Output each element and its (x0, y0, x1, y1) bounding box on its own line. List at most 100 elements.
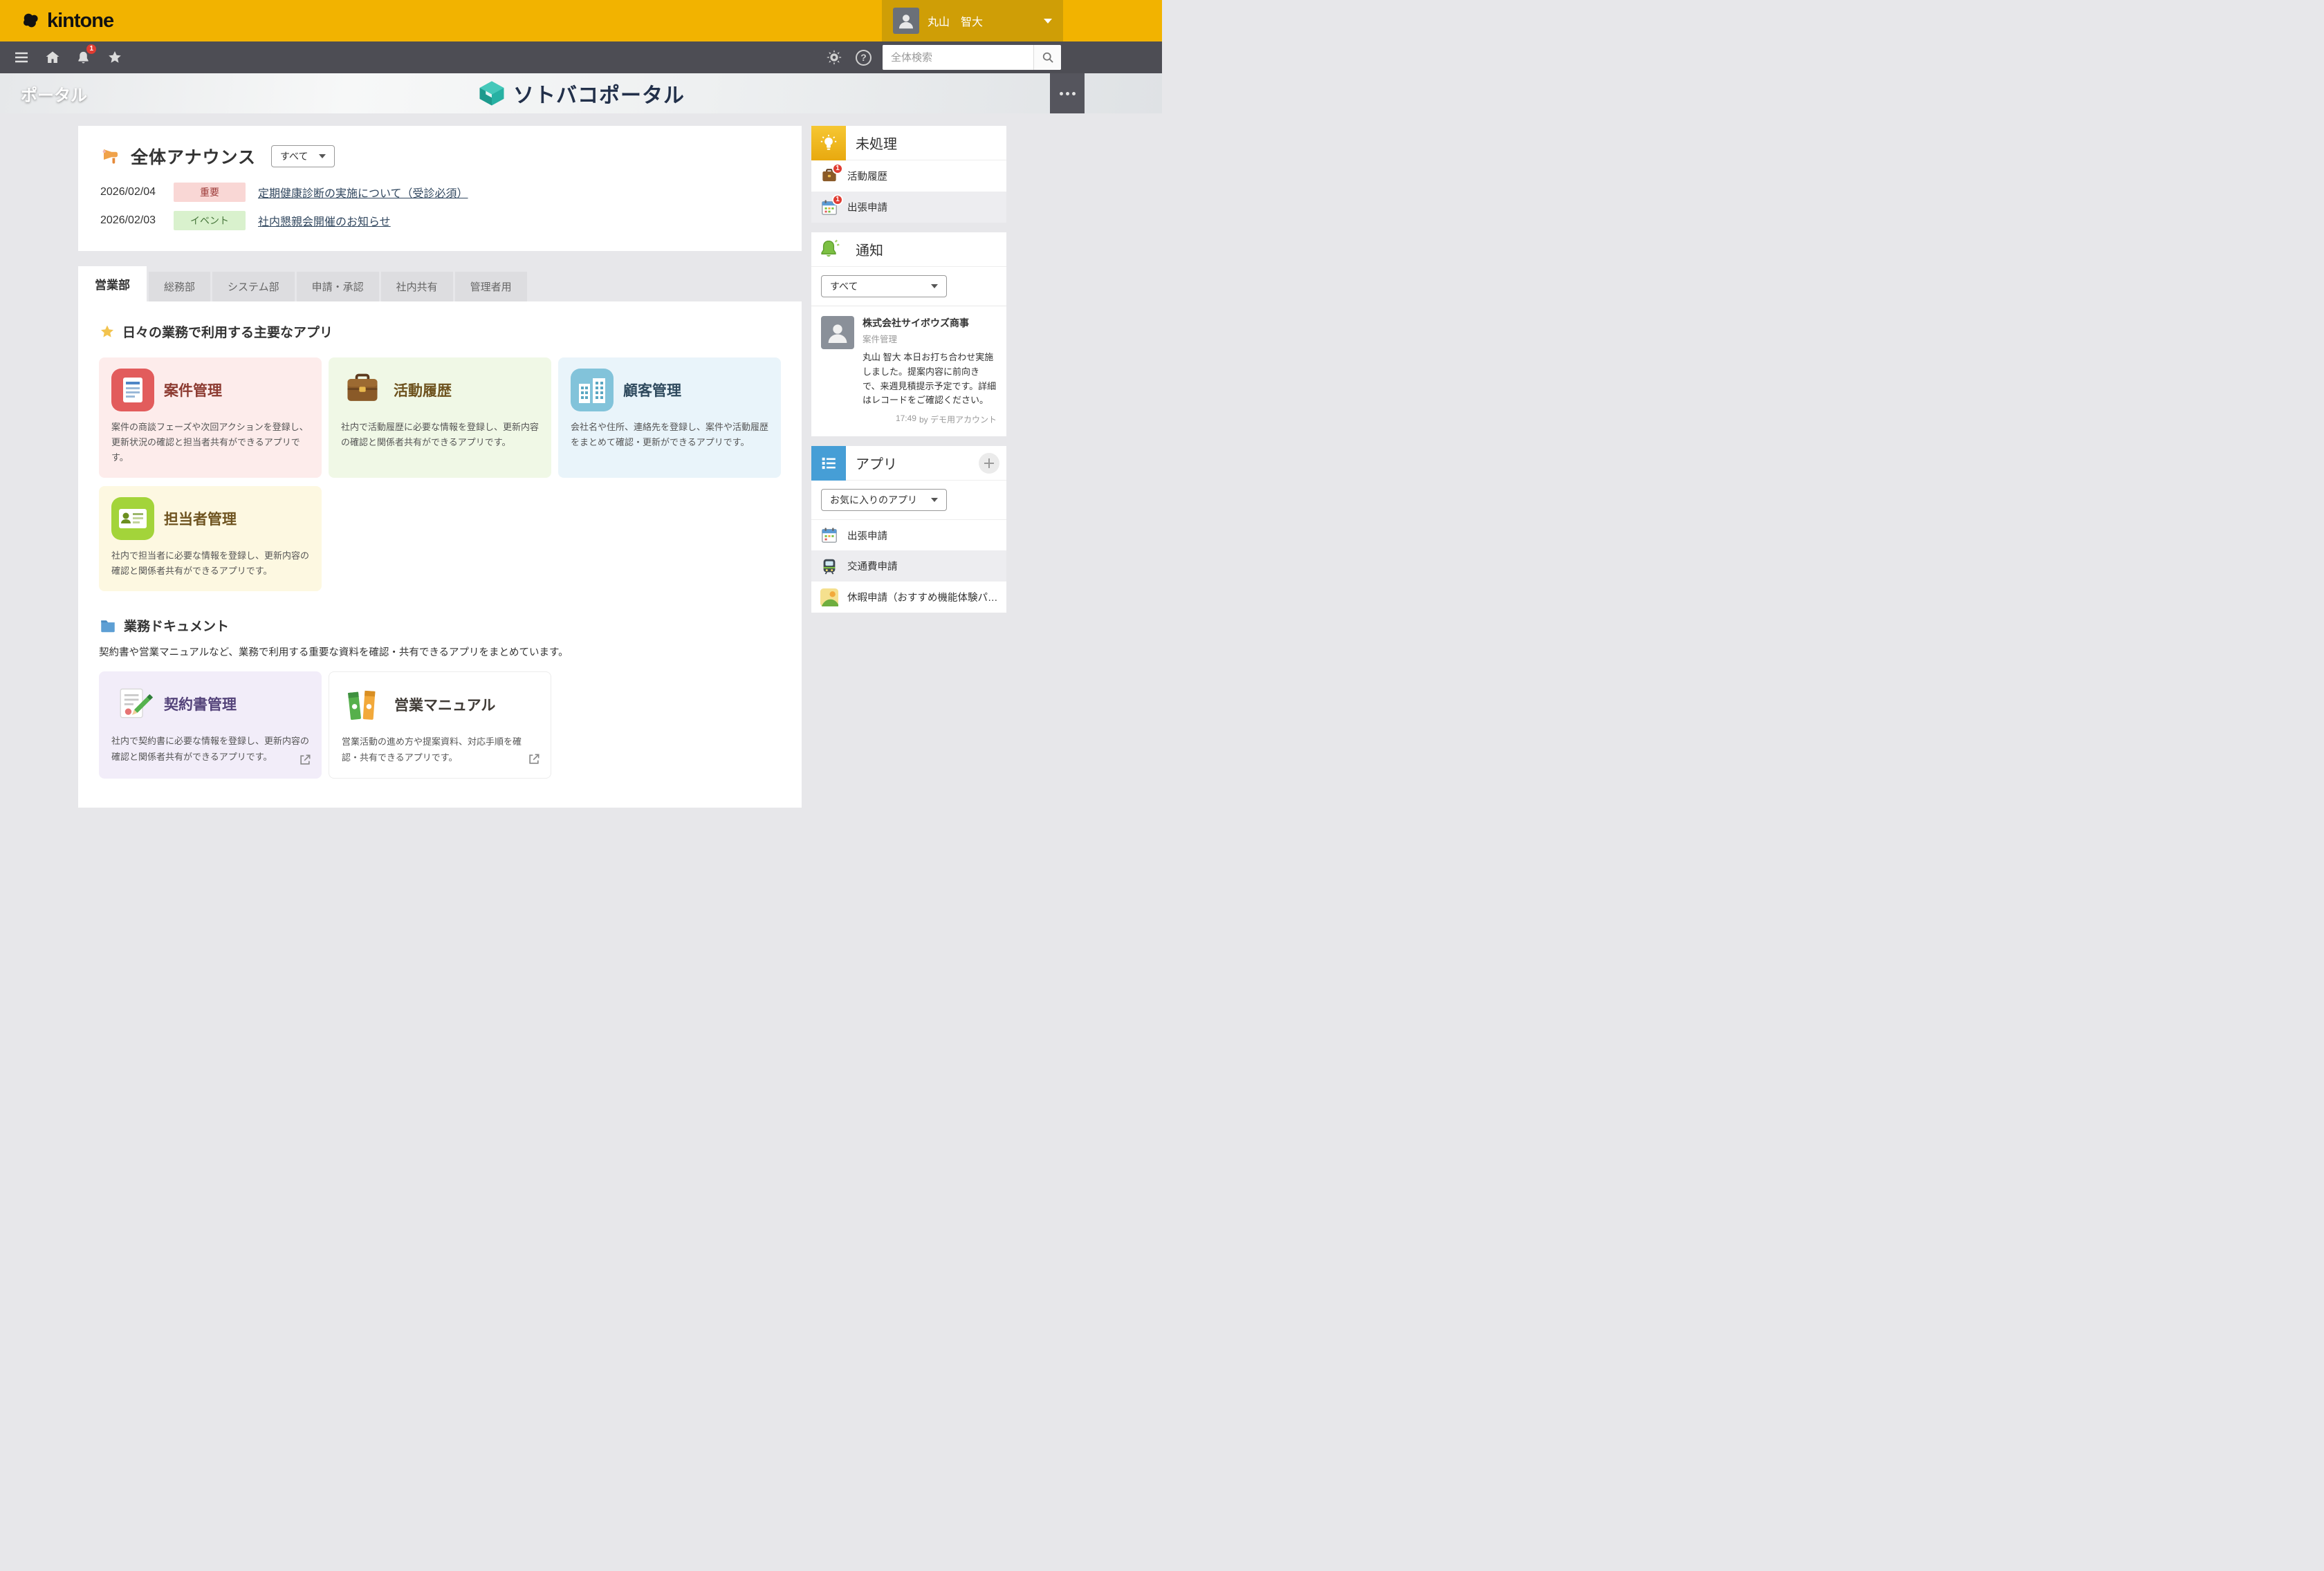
app-item-label: 交通費申請 (847, 559, 898, 573)
apps-section: アプリ お気に入りのアプリ (811, 446, 1006, 613)
tab-sales[interactable]: 営業部 (78, 266, 147, 301)
chevron-down-icon (1044, 19, 1052, 24)
app-card-header: 案件管理 (111, 369, 309, 411)
kintone-logo[interactable]: kintone (21, 10, 113, 32)
app-title: 契約書管理 (164, 694, 237, 714)
external-link-icon (298, 753, 312, 770)
unprocessed-item-trip[interactable]: 1 出張申請 (811, 192, 1006, 223)
external-link-icon (527, 752, 541, 770)
green-bell-icon (811, 232, 846, 267)
main-app-grid: 案件管理 案件の商談フェーズや次回アクションを登録し、更新状況の確認と担当者共有… (99, 357, 781, 591)
announcement-link[interactable]: 社内懇親会開催のお知らせ (258, 212, 391, 229)
app-description: 案件の商談フェーズや次回アクションを登録し、更新状況の確認と担当者共有ができるア… (111, 420, 309, 465)
unprocessed-count-badge: 1 (832, 163, 843, 174)
app-item-vacation-request[interactable]: 休暇申請（おすすめ機能体験パ… (811, 582, 1006, 613)
notification-org: 株式会社サイボウズ商事 (863, 316, 997, 330)
app-card-contract-management[interactable]: 契約書管理 社内で契約書に必要な情報を登録し、更新内容の確認と関係者共有ができる… (99, 671, 322, 778)
app-card-case-management[interactable]: 案件管理 案件の商談フェーズや次回アクションを登録し、更新状況の確認と担当者共有… (99, 357, 322, 478)
tab-general-affairs[interactable]: 総務部 (149, 272, 210, 301)
unprocessed-item-label: 出張申請 (847, 200, 887, 214)
buildings-icon (571, 369, 614, 411)
unprocessed-section: 未処理 1 活動履歴 (811, 126, 1006, 223)
favorites-button[interactable] (99, 41, 130, 73)
topbar: kintone 丸山 智大 (0, 0, 1162, 41)
contract-document-icon (111, 682, 154, 725)
notification-item[interactable]: 株式会社サイボウズ商事 案件管理 丸山 智大 本日お打ち合わせ実施しました。提案… (811, 306, 1006, 436)
documents-section: 業務ドキュメント 契約書や営業マニュアルなど、業務で利用する重要な資料を確認・共… (99, 616, 781, 778)
gear-icon (825, 48, 843, 66)
app-card-customer-management[interactable]: 顧客管理 会社名や住所、連絡先を登録し、案件や活動履歴をまとめて確認・更新ができ… (558, 357, 781, 478)
caret-down-icon (931, 284, 938, 288)
announcement-badge-event: イベント (174, 211, 246, 230)
caret-down-icon (931, 498, 938, 502)
ellipsis-icon (1066, 92, 1069, 95)
announcement-filter-select[interactable]: すべて (271, 145, 335, 167)
caret-down-icon (319, 154, 326, 158)
notification-count-badge: 1 (86, 44, 96, 54)
tab-admin[interactable]: 管理者用 (455, 272, 527, 301)
department-panel: 日々の業務で利用する主要なアプリ (78, 301, 802, 808)
home-button[interactable] (37, 41, 68, 73)
search-icon (1041, 50, 1055, 64)
content-area: 全体アナウンス すべて 2026/02/04 重要 定期健康診断の実施について（… (0, 113, 1162, 808)
megaphone-icon (100, 146, 121, 167)
notifications-button[interactable]: 1 (68, 41, 99, 73)
hamburger-menu-button[interactable] (6, 41, 37, 73)
tab-approval[interactable]: 申請・承認 (297, 272, 379, 301)
notifications-filter-select[interactable]: すべて (821, 275, 947, 297)
apps-filter-select[interactable]: お気に入りのアプリ (821, 489, 947, 511)
app-card-header: 契約書管理 (111, 682, 309, 725)
settings-button[interactable] (824, 41, 845, 73)
portal-title-text: ソトバコポータル (513, 78, 685, 109)
notifications-filter-value: すべて (830, 279, 858, 293)
kintone-portal-page: kintone 丸山 智大 1 (0, 0, 1162, 786)
app-card-header: 顧客管理 (571, 369, 768, 411)
navbar-right-group: ? (824, 41, 1162, 73)
unprocessed-item-label: 活動履歴 (847, 169, 887, 183)
app-title: 担当者管理 (164, 508, 237, 529)
app-card-header: 担当者管理 (111, 497, 309, 540)
app-card-staff-management[interactable]: 担当者管理 社内で担当者に必要な情報を登録し、更新内容の確認と関係者共有ができる… (99, 486, 322, 591)
notifications-title: 通知 (856, 239, 1006, 259)
binders-icon (342, 683, 385, 726)
notifications-filter-row: すべて (811, 267, 1006, 306)
star-section-icon (99, 324, 116, 340)
app-card-activity-history[interactable]: 活動履歴 社内で活動履歴に必要な情報を登録し、更新内容の確認と関係者共有ができる… (329, 357, 551, 478)
app-item-transport-expense[interactable]: 交通費申請 (811, 550, 1006, 582)
app-card-header: 営業マニュアル (342, 683, 538, 726)
folder-icon (99, 617, 117, 635)
app-item-trip-request[interactable]: 出張申請 (811, 519, 1006, 550)
user-avatar (893, 8, 919, 34)
lightbulb-icon (811, 126, 846, 160)
add-app-button[interactable] (979, 453, 999, 474)
unprocessed-title: 未処理 (856, 133, 1006, 153)
announcement-link[interactable]: 定期健康診断の実施について（受診必須） (258, 184, 468, 201)
notification-avatar (821, 316, 854, 349)
main-apps-section-header: 日々の業務で利用する主要なアプリ (99, 322, 781, 341)
documents-section-header: 業務ドキュメント (99, 616, 781, 635)
star-icon (107, 49, 123, 66)
notification-app: 案件管理 (863, 332, 997, 345)
department-tabs: 営業部 総務部 システム部 申請・承認 社内共有 管理者用 (78, 266, 802, 301)
search-button[interactable] (1033, 45, 1061, 70)
notification-time: 17:49 (896, 413, 916, 425)
hamburger-icon (13, 49, 30, 66)
app-title: 顧客管理 (623, 380, 681, 400)
announcement-row: 2026/02/04 重要 定期健康診断の実施について（受診必須） (100, 183, 780, 202)
portal-more-button[interactable] (1050, 73, 1085, 113)
user-menu[interactable]: 丸山 智大 (882, 0, 1063, 41)
kintone-logo-icon (21, 10, 42, 31)
right-sidebar: 未処理 1 活動履歴 (811, 126, 1006, 622)
main-apps-section-title: 日々の業務で利用する主要なアプリ (122, 322, 333, 341)
tab-shared[interactable]: 社内共有 (381, 272, 453, 301)
briefcase-icon (341, 369, 384, 411)
unprocessed-item-activity[interactable]: 1 活動履歴 (811, 160, 1006, 192)
apps-filter-row: お気に入りのアプリ (811, 481, 1006, 519)
notification-text: 丸山 智大 本日お打ち合わせ実施しました。提案内容に前向きで、来週見積提示予定で… (863, 351, 997, 408)
search-input[interactable] (883, 45, 1033, 70)
help-button[interactable]: ? (856, 50, 872, 66)
tab-system[interactable]: システム部 (212, 272, 295, 301)
app-card-sales-manual[interactable]: 営業マニュアル 営業活動の進め方や提案資料、対応手順を確認・共有できるアプリです… (329, 671, 551, 778)
announcement-date: 2026/02/04 (100, 186, 161, 198)
help-icon: ? (860, 52, 867, 63)
